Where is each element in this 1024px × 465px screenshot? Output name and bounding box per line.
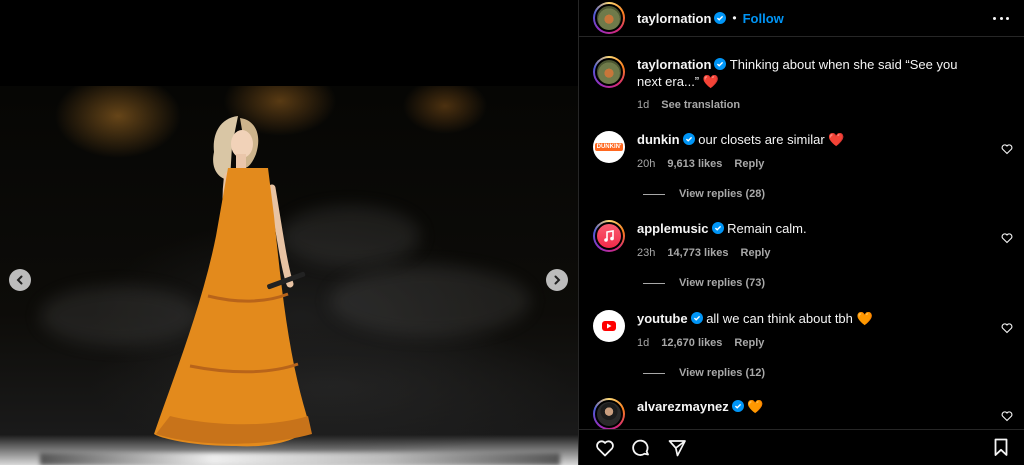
- see-translation-link[interactable]: See translation: [661, 99, 740, 111]
- header-separator: •: [732, 11, 737, 25]
- performer-figure: [154, 116, 312, 447]
- comment-text: all we can think about tbh 🧡: [706, 311, 873, 326]
- like-comment-heart-icon[interactable]: [1001, 143, 1013, 155]
- verified-badge-icon: [714, 58, 727, 70]
- comment-text: Remain calm.: [727, 221, 807, 236]
- comment-time: 1d: [637, 337, 650, 349]
- caption-username[interactable]: taylornation: [637, 57, 711, 72]
- verified-badge-icon: [682, 133, 695, 145]
- reply-button[interactable]: Reply: [734, 158, 764, 170]
- music-note-icon: [604, 230, 614, 242]
- dunkin-logo-text: DUNKIN': [594, 143, 624, 151]
- verified-badge-icon: [731, 400, 744, 412]
- verified-badge-icon: [711, 222, 724, 234]
- verified-badge-icon: [690, 312, 703, 324]
- comment-username[interactable]: dunkin: [637, 132, 680, 147]
- next-photo-button[interactable]: [546, 269, 568, 291]
- reply-button[interactable]: Reply: [741, 247, 771, 259]
- heart-icon[interactable]: [595, 438, 615, 458]
- comment-time: 20h: [637, 158, 656, 170]
- view-replies-link[interactable]: View replies (12): [643, 367, 765, 379]
- comment-item: DUNKIN' dunkin our closets are similar ❤…: [593, 131, 1013, 200]
- author-username[interactable]: taylornation: [637, 11, 711, 26]
- post-photo: [0, 86, 578, 465]
- more-options-icon[interactable]: [993, 12, 1009, 24]
- play-icon: [607, 323, 612, 329]
- previous-photo-button[interactable]: [9, 269, 31, 291]
- author-avatar[interactable]: [593, 2, 625, 34]
- bookmark-icon[interactable]: [991, 437, 1011, 457]
- comment-username[interactable]: youtube: [637, 311, 688, 326]
- post-media: [0, 0, 578, 465]
- like-comment-heart-icon[interactable]: [1001, 322, 1013, 334]
- comment-likes[interactable]: 12,670 likes: [661, 337, 722, 349]
- comment-likes[interactable]: 9,613 likes: [667, 158, 722, 170]
- comment-item: alvarezmaynez 🧡: [593, 398, 1013, 430]
- commenter-avatar[interactable]: [593, 220, 625, 252]
- chevron-left-icon: [16, 275, 23, 285]
- post-side-panel: taylornation • Follow taylornation Think…: [578, 0, 1024, 465]
- comment-username[interactable]: applemusic: [637, 221, 709, 236]
- comment-item: applemusic Remain calm. 23h 14,773 likes R…: [593, 220, 1013, 289]
- caption-avatar[interactable]: [593, 56, 625, 88]
- commenter-avatar[interactable]: DUNKIN': [593, 131, 625, 163]
- comment-time: 23h: [637, 247, 656, 259]
- commenter-avatar[interactable]: [593, 310, 625, 342]
- follow-button[interactable]: Follow: [743, 11, 784, 26]
- comment-icon[interactable]: [631, 438, 651, 458]
- caption-timestamp: 1d: [637, 99, 650, 111]
- comment-likes[interactable]: 14,773 likes: [667, 247, 728, 259]
- like-comment-heart-icon[interactable]: [1001, 410, 1013, 422]
- comment-item: youtube all we can think about tbh 🧡 1d 1…: [593, 310, 1013, 379]
- post-caption: taylornation Thinking about when she sai…: [593, 56, 1003, 114]
- chevron-right-icon: [554, 275, 561, 285]
- comment-text: 🧡: [747, 399, 764, 414]
- reply-button[interactable]: Reply: [734, 337, 764, 349]
- share-icon[interactable]: [667, 438, 687, 458]
- comment-username[interactable]: alvarezmaynez: [637, 399, 729, 414]
- post-header: taylornation • Follow: [579, 0, 1024, 37]
- view-replies-link[interactable]: View replies (28): [643, 188, 765, 200]
- commenter-avatar[interactable]: [593, 398, 625, 430]
- like-comment-heart-icon[interactable]: [1001, 232, 1013, 244]
- view-replies-link[interactable]: View replies (73): [643, 277, 765, 289]
- verified-badge-icon: [714, 12, 727, 24]
- stage-light: [40, 453, 560, 465]
- post-action-bar: [579, 429, 1024, 465]
- comment-text: our closets are similar ❤️: [698, 132, 845, 147]
